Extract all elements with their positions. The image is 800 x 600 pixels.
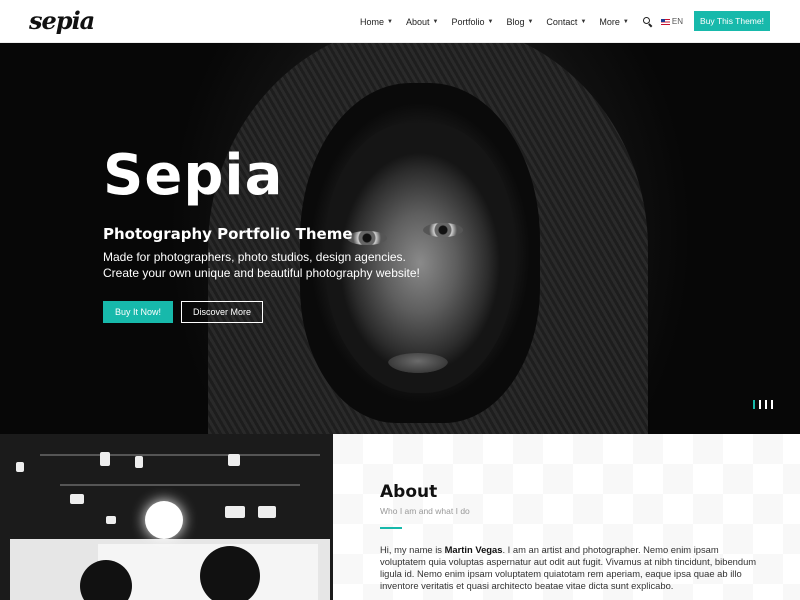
nav-label: About (405, 16, 430, 27)
nav-label: Blog (506, 16, 525, 27)
nav-label: Contact (546, 16, 578, 27)
nav-item-more[interactable]: More ▼ (599, 17, 628, 27)
slide-indicator[interactable] (771, 400, 773, 409)
nav-label: More (599, 16, 620, 27)
about-text: Hi, my name is Martin Vegas. I am an art… (380, 544, 760, 592)
hero-slider: Sepia Photography Portfolio Theme Made f… (0, 43, 800, 434)
nav-label: Home (360, 16, 385, 27)
about-text-intro: Hi, my name is (380, 544, 445, 555)
about-subtitle: Who I am and what I do (380, 506, 470, 516)
buy-it-now-button[interactable]: Buy It Now! (103, 301, 173, 323)
discover-more-button[interactable]: Discover More (181, 301, 263, 323)
slide-indicators (753, 400, 777, 409)
about-name: Martin Vegas (444, 544, 503, 555)
chevron-down-icon: ▼ (580, 18, 587, 25)
studio-light (135, 456, 143, 468)
hero-image-eye (423, 223, 463, 237)
nav-label: Portfolio (451, 16, 485, 27)
about-section: About Who I am and what I do Hi, my name… (333, 434, 800, 600)
hero-description-line: Made for photographers, photo studios, d… (103, 250, 406, 264)
chevron-down-icon: ▼ (387, 18, 393, 25)
studio-rail (40, 454, 320, 456)
language-label: EN (671, 17, 683, 26)
site-logo[interactable]: sepia (29, 6, 95, 35)
chevron-down-icon: ▼ (527, 18, 534, 25)
nav-item-contact[interactable]: Contact ▼ (546, 17, 586, 27)
hero-image-eye (347, 231, 387, 245)
hero-description: Made for photographers, photo studios, d… (103, 249, 443, 281)
studio-light (228, 454, 240, 466)
chevron-down-icon: ▼ (487, 18, 494, 25)
nav-item-blog[interactable]: Blog ▼ (506, 17, 533, 27)
hero-image-lips (388, 353, 448, 373)
nav-item-home[interactable]: Home ▼ (360, 17, 393, 27)
language-switcher[interactable]: EN (660, 17, 683, 26)
search-icon[interactable] (642, 16, 653, 27)
hero-subtitle: Photography Portfolio Theme (103, 225, 353, 243)
about-title: About (380, 482, 438, 502)
studio-umbrella (200, 546, 260, 600)
chevron-down-icon: ▼ (622, 18, 629, 25)
main-nav: Home ▼ About ▼ Portfolio ▼ Blog ▼ Contact ▼ M… (360, 0, 698, 43)
about-divider (380, 527, 402, 529)
chevron-down-icon: ▼ (432, 18, 439, 25)
studio-light (106, 516, 116, 524)
studio-light (70, 494, 84, 504)
studio-photo (0, 434, 333, 600)
studio-light (258, 506, 276, 518)
slide-indicator[interactable] (765, 400, 767, 409)
studio-softbox (145, 501, 183, 539)
uk-flag-icon (660, 18, 670, 25)
site-header: sepia Home ▼ About ▼ Portfolio ▼ Blog ▼ Cont… (0, 0, 800, 43)
studio-rail (60, 484, 300, 486)
hero-title: Sepia (103, 143, 284, 208)
hero-description-line: Create your own unique and beautiful pho… (103, 266, 420, 280)
slide-indicator[interactable] (759, 400, 761, 409)
studio-light (100, 452, 110, 466)
nav-item-portfolio[interactable]: Portfolio ▼ (451, 17, 493, 27)
studio-light (16, 462, 24, 472)
nav-item-about[interactable]: About ▼ (406, 17, 438, 27)
slide-indicator[interactable] (753, 400, 755, 409)
buy-theme-button[interactable]: Buy This Theme! (694, 11, 770, 31)
studio-light (225, 506, 245, 518)
